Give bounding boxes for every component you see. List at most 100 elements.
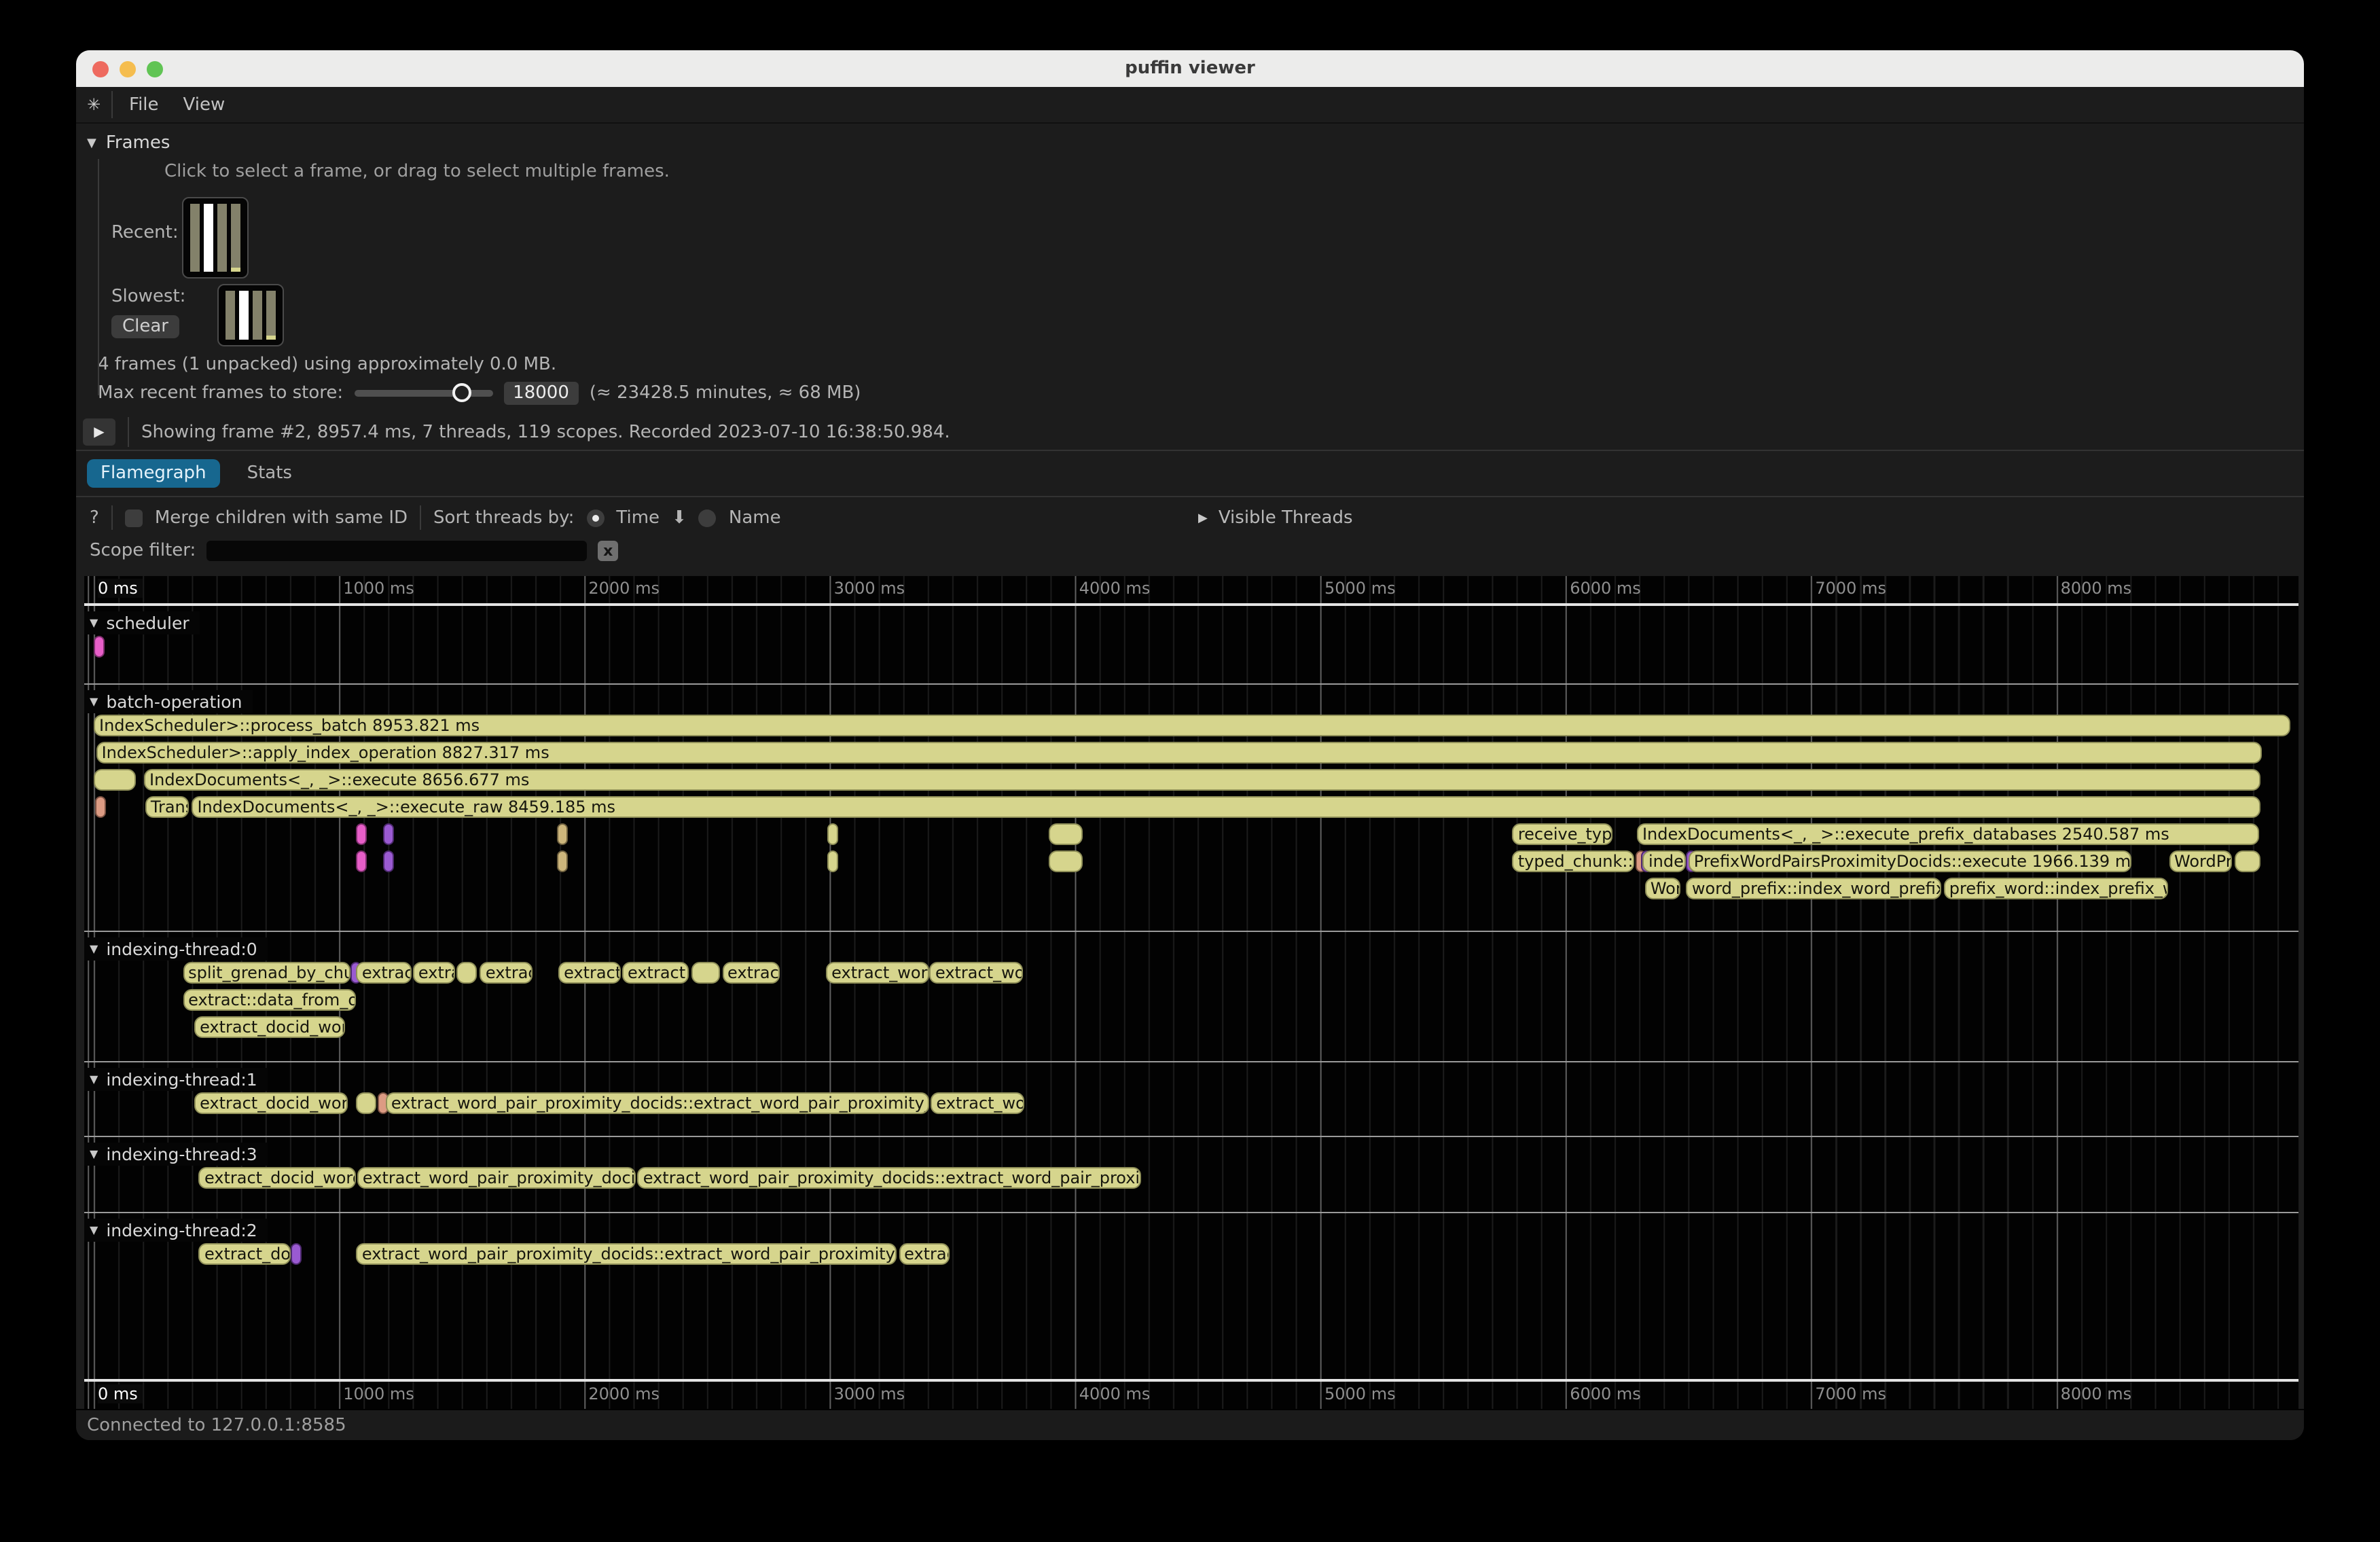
flamegraph-scope-bar[interactable] <box>557 850 568 872</box>
flamegraph-scope-bar[interactable]: extrac <box>899 1243 950 1265</box>
flamegraph-scope-bar[interactable]: receive_typed_ <box>1513 823 1612 845</box>
flamegraph-scope-bar[interactable] <box>456 962 477 984</box>
sort-direction-icon[interactable]: ⬇ <box>672 507 687 528</box>
controls-row: ? Merge children with same ID Sort threa… <box>76 503 2304 533</box>
help-button[interactable]: ? <box>90 507 99 528</box>
flamegraph-scope-bar[interactable]: IndexDocuments<_, _>::execute 8656.677 m… <box>144 769 2260 791</box>
slowest-frames-thumbnail[interactable] <box>217 284 284 346</box>
frame-bar-selected <box>204 204 213 272</box>
title-bar[interactable]: puffin viewer <box>76 50 2304 87</box>
flamegraph-scope-bar[interactable] <box>383 850 394 872</box>
showing-frame-text: Showing frame #2, 8957.4 ms, 7 threads, … <box>141 422 950 442</box>
flamegraph-scope-bar[interactable]: extract <box>357 962 412 984</box>
sort-threads-label: Sort threads by: <box>433 507 574 528</box>
flamegraph-scope-bar[interactable]: extract_docid_word <box>194 1016 345 1038</box>
thread-label[interactable]: ▼indexing-thread:0 <box>84 937 268 961</box>
flamegraph-panel[interactable]: 0 ms1000 ms2000 ms3000 ms4000 ms5000 ms6… <box>84 576 2298 1409</box>
thread-label[interactable]: ▼indexing-thread:1 <box>84 1068 268 1091</box>
frames-section-header[interactable]: ▼ Frames <box>76 124 2304 154</box>
flamegraph-scope-bar[interactable]: Trans <box>145 796 189 818</box>
flamegraph-scope-bar[interactable] <box>383 823 394 845</box>
flamegraph-scope-bar[interactable] <box>827 823 838 845</box>
flamegraph-scope-bar[interactable] <box>557 823 568 845</box>
flamegraph-scope-bar[interactable]: extract_word_pair_proximity_docids::extr… <box>357 1243 897 1265</box>
app-menu-icon[interactable]: ✳ <box>76 95 111 114</box>
flamegraph-scope-bar[interactable] <box>691 962 720 984</box>
flamegraph-scope-bar[interactable]: extract_doc <box>199 1243 290 1265</box>
recent-frames-row: Recent: <box>111 187 2304 279</box>
flamegraph-scope-bar[interactable] <box>827 850 838 872</box>
recent-frames-thumbnail[interactable] <box>182 197 249 279</box>
sort-time-radio[interactable] <box>586 509 604 526</box>
playback-row: ▶ Showing frame #2, 8957.4 ms, 7 threads… <box>83 417 2304 447</box>
flamegraph-scope-bar[interactable] <box>94 769 136 791</box>
flamegraph-scope-bar[interactable]: extract_ <box>558 962 621 984</box>
flamegraph-scope-bar[interactable] <box>291 1243 302 1265</box>
time-ruler-bottom[interactable]: 0 ms1000 ms2000 ms3000 ms4000 ms5000 ms6… <box>84 1379 2298 1409</box>
visible-threads-header[interactable]: ▶ Visible Threads <box>1198 508 1353 528</box>
menu-view[interactable]: View <box>183 94 226 115</box>
flamegraph-row: Word word_prefix::index_word_prefix_prefi… <box>84 876 2298 903</box>
flamegraph-scope-bar[interactable]: word_prefix::index_word_prefix_ <box>1687 878 1941 899</box>
time-ruler-top[interactable]: 0 ms1000 ms2000 ms3000 ms4000 ms5000 ms6… <box>84 576 2298 606</box>
flamegraph-scope-bar[interactable]: extract_wo <box>931 1092 1024 1114</box>
thread-label[interactable]: ▼indexing-thread:2 <box>84 1219 268 1242</box>
tab-stats[interactable]: Stats <box>234 459 306 488</box>
flamegraph-scope-bar[interactable]: PrefixWordPairsProximityDocids::execute … <box>1689 850 2131 872</box>
flamegraph-row: receive_typed_ IndexDocuments<_, _>::exec… <box>84 822 2298 849</box>
thread-label[interactable]: ▼scheduler <box>84 611 200 634</box>
flamegraph-scope-bar[interactable]: IndexScheduler>::process_batch 8953.821 … <box>94 715 2290 736</box>
flamegraph-scope-bar[interactable]: index <box>1643 850 1685 872</box>
flamegraph-scope-bar[interactable]: extract_wo <box>930 962 1024 984</box>
flamegraph-row: split_grenad_by_chunextractextraextracex… <box>84 961 2298 988</box>
flamegraph-scope-bar[interactable] <box>357 1092 376 1114</box>
flamegraph-scope-bar[interactable]: extract::data_from_ob <box>183 989 357 1011</box>
merge-children-checkbox[interactable] <box>125 509 143 526</box>
flamegraph-scope-bar[interactable]: IndexScheduler>::apply_index_operation 8… <box>96 742 2262 764</box>
flamegraph-scope-bar[interactable]: extra <box>413 962 455 984</box>
connection-status: Connected to 127.0.0.1:8585 <box>87 1415 346 1435</box>
flamegraph-scope-bar[interactable]: extract_word_pair_proximity_docids::extr… <box>638 1167 1142 1189</box>
flamegraph-scope-bar[interactable]: typed_chunk::w <box>1513 850 1635 872</box>
flamegraph-scope-bar[interactable]: extract_word <box>826 962 928 984</box>
thread-label[interactable]: ▼batch-operation <box>84 690 253 713</box>
menu-file[interactable]: File <box>129 94 159 115</box>
max-frames-slider[interactable] <box>354 390 492 397</box>
flamegraph-scope-bar[interactable]: extrac <box>480 962 532 984</box>
flamegraph-scope-bar[interactable]: extract_docid_word <box>194 1092 348 1114</box>
flamegraph-scope-bar[interactable]: IndexDocuments<_, _>::execute_raw 8459.1… <box>192 796 2260 818</box>
clear-button[interactable]: Clear <box>111 315 179 338</box>
flamegraph-scope-bar[interactable] <box>96 796 107 818</box>
thread-section: ▼indexing-thread:1extract_docid_word extr… <box>84 1061 2298 1136</box>
flamegraph-empty-space[interactable] <box>84 1269 2298 1379</box>
flamegraph-scope-bar[interactable]: extract_word_pair_proximity_docids <box>357 1167 636 1189</box>
flamegraph-scope-bar[interactable]: IndexDocuments<_, _>::execute_prefix_dat… <box>1637 823 2260 845</box>
play-button[interactable]: ▶ <box>83 418 115 446</box>
slider-knob[interactable] <box>452 383 471 402</box>
frames-header-label: Frames <box>106 133 170 154</box>
flamegraph-scope-bar[interactable]: extract_word_pair_proximity_docids::extr… <box>386 1092 930 1114</box>
flamegraph-scope-bar[interactable] <box>2234 850 2260 872</box>
tab-flamegraph[interactable]: Flamegraph <box>87 459 220 488</box>
flamegraph-scope-bar[interactable] <box>355 850 366 872</box>
flamegraph-scope-bar[interactable] <box>355 823 366 845</box>
max-frames-value[interactable]: 18000 <box>503 382 579 405</box>
ruler-tick-label: 6000 ms <box>1570 1384 1641 1403</box>
sort-name-radio[interactable] <box>699 509 717 526</box>
section-padding <box>84 662 2298 683</box>
flamegraph-scope-bar[interactable] <box>1049 850 1083 872</box>
thread-label[interactable]: ▼indexing-thread:3 <box>84 1143 268 1166</box>
flamegraph-scope-bar[interactable]: Word <box>1645 878 1681 899</box>
flamegraph-scope-bar[interactable]: WordPr <box>2169 850 2233 872</box>
flamegraph-scope-bar[interactable] <box>1049 823 1083 845</box>
flamegraph-scope-bar[interactable]: extract_ <box>622 962 689 984</box>
merge-children-label: Merge children with same ID <box>155 507 408 528</box>
scope-filter-input[interactable] <box>206 540 587 560</box>
flamegraph-scope-bar[interactable] <box>94 636 105 658</box>
clear-filter-button[interactable]: x <box>598 540 618 560</box>
flamegraph-scope-bar[interactable]: extract_docid_word <box>199 1167 355 1189</box>
flamegraph-scope-bar[interactable]: split_grenad_by_chun <box>183 962 350 984</box>
flamegraph-scope-bar[interactable]: extract <box>722 962 780 984</box>
controls-divider <box>111 505 113 530</box>
flamegraph-scope-bar[interactable]: prefix_word::index_prefix_wo <box>1944 878 2167 899</box>
